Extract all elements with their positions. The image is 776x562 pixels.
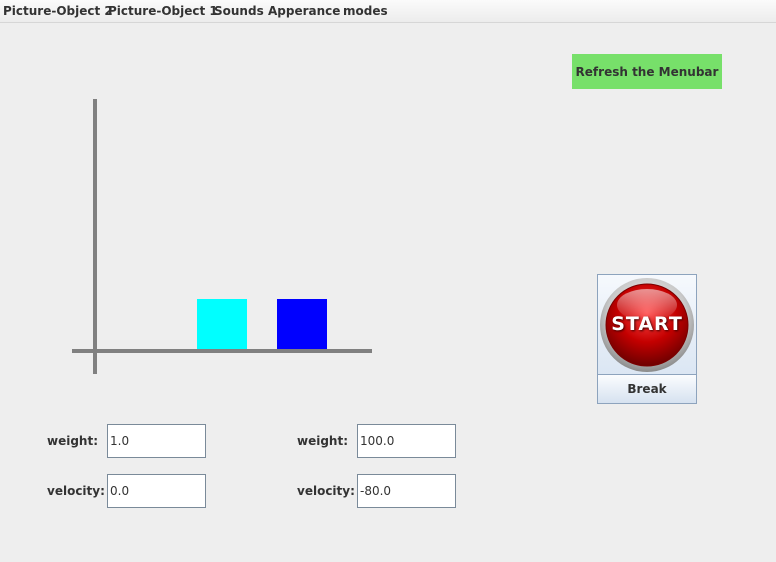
start-button[interactable]: START bbox=[598, 275, 696, 375]
break-button[interactable]: Break bbox=[598, 375, 696, 403]
weight-label-right: weight: bbox=[297, 434, 349, 448]
velocity-field-right[interactable] bbox=[357, 474, 456, 508]
control-panel: START Break bbox=[597, 274, 697, 404]
menu-modes[interactable]: modes bbox=[343, 4, 388, 18]
velocity-label-right: velocity: bbox=[297, 484, 355, 498]
weight-field-left[interactable] bbox=[107, 424, 206, 458]
menu-apperance[interactable]: Apperance bbox=[268, 4, 340, 18]
y-axis bbox=[93, 99, 97, 374]
menu-picture-object-1[interactable]: Picture-Object 1 bbox=[108, 4, 218, 18]
object-2-block bbox=[277, 299, 327, 349]
start-label: START bbox=[611, 313, 683, 335]
velocity-field-left[interactable] bbox=[107, 474, 206, 508]
weight-label-left: weight: bbox=[47, 434, 99, 448]
menubar: Picture-Object 2 Picture-Object 1 Sounds… bbox=[0, 0, 776, 23]
x-axis bbox=[72, 349, 372, 353]
menu-picture-object-2[interactable]: Picture-Object 2 bbox=[3, 4, 113, 18]
refresh-menubar-button[interactable]: Refresh the Menubar bbox=[572, 54, 722, 89]
menu-sounds[interactable]: Sounds bbox=[214, 4, 264, 18]
object-1-block bbox=[197, 299, 247, 349]
velocity-label-left: velocity: bbox=[47, 484, 105, 498]
weight-field-right[interactable] bbox=[357, 424, 456, 458]
